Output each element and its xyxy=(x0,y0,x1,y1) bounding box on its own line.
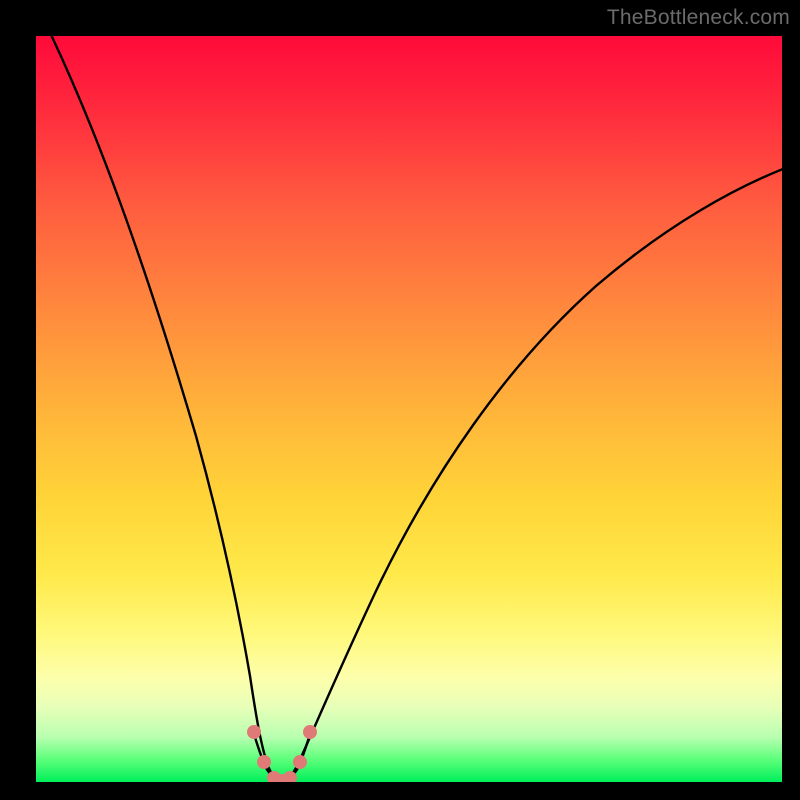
chart-frame: TheBottleneck.com xyxy=(0,0,800,800)
watermark-text: TheBottleneck.com xyxy=(607,6,790,30)
marker-dot-l2 xyxy=(257,755,271,769)
plot-area xyxy=(36,36,782,782)
marker-dot-left xyxy=(247,725,261,739)
bottleneck-curve xyxy=(36,36,782,782)
marker-dot-right xyxy=(303,725,317,739)
curve-path xyxy=(42,36,782,780)
marker-dot-r2 xyxy=(293,755,307,769)
